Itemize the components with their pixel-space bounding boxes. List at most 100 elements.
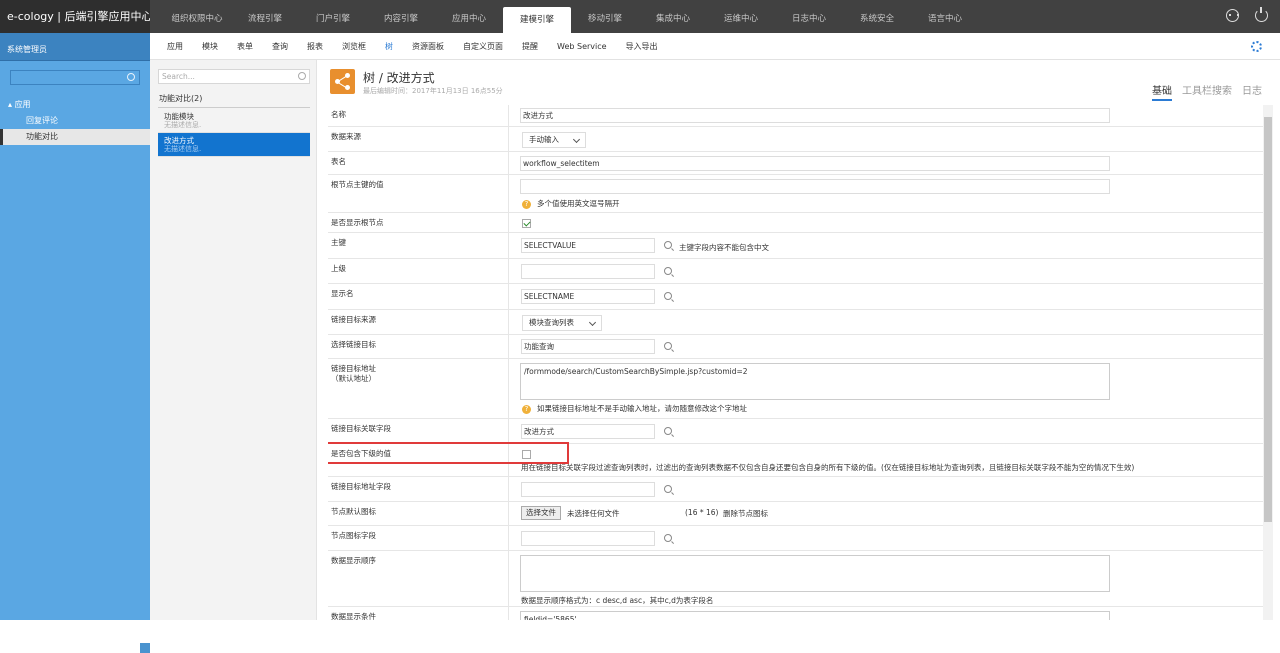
field-label: 链接目标关联字段: [331, 424, 391, 433]
list-item-title: 改进方式: [164, 136, 194, 145]
list-item[interactable]: 改进方式 无描述信息.: [158, 133, 310, 157]
top-nav-tab[interactable]: 日志中心: [775, 0, 843, 33]
selectlink-input[interactable]: 功能查询: [521, 339, 655, 354]
display-input[interactable]: SELECTNAME: [521, 289, 655, 304]
sub-nav-item[interactable]: 导入导出: [626, 41, 658, 52]
field-label: 选择链接目标: [331, 340, 376, 349]
linksrc-value: 模块查询列表: [529, 318, 574, 327]
name-input[interactable]: 改进方式: [520, 108, 1110, 123]
row-display: 显示名 SELECTNAME: [328, 284, 1263, 310]
sub-nav-item[interactable]: 应用: [167, 41, 183, 52]
gear-icon[interactable]: [1251, 41, 1262, 52]
field-label: 根节点主键的值: [331, 180, 384, 189]
top-nav-tab[interactable]: 流程引擎: [231, 0, 299, 33]
linksrc-select[interactable]: 模块查询列表: [522, 315, 602, 331]
row-order: 数据显示顺序 数据显示顺序格式为：c desc,d asc，其中c,d为表字段名: [328, 551, 1263, 607]
order-textarea[interactable]: [520, 555, 1110, 592]
search-icon[interactable]: [664, 267, 672, 275]
top-nav-tab[interactable]: 应用中心: [435, 0, 503, 33]
tab-toolbar-search[interactable]: 工具栏搜索: [1182, 82, 1232, 101]
sidebar-scrollbar[interactable]: [140, 643, 150, 653]
datasource-value: 手动输入: [529, 135, 559, 144]
row-rootkey: 根节点主键的值 ? 多个值使用英文逗号隔开: [328, 175, 1263, 213]
more-icon[interactable]: [1226, 9, 1239, 22]
form-scrollbar[interactable]: [1263, 105, 1273, 620]
top-nav-tab[interactable]: 系统安全: [843, 0, 911, 33]
choose-file-button[interactable]: 选择文件: [521, 506, 561, 520]
top-nav-tab[interactable]: 移动引擎: [571, 0, 639, 33]
list-item[interactable]: 功能模块 无描述信息.: [158, 109, 310, 133]
top-nav: 组织权限中心 流程引擎 门户引擎 内容引擎 应用中心 建模引擎 移动引擎 集成中心 运维中心 日志…: [163, 0, 979, 35]
search-icon[interactable]: [664, 241, 672, 249]
row-datasource: 数据来源 手动输入: [328, 127, 1263, 152]
linkaddr-hint-text: 如果链接目标地址不是手动输入地址，请勿随意修改这个字地址: [537, 404, 747, 413]
datasource-select[interactable]: 手动输入: [522, 132, 586, 148]
question-icon: ?: [522, 404, 531, 414]
list-item-desc: 无描述信息.: [164, 145, 202, 153]
field-label: 链接目标来源: [331, 315, 376, 324]
order-hint: 数据显示顺序格式为：c desc,d asc，其中c,d为表字段名: [521, 596, 714, 605]
linkaddrfield-input[interactable]: [521, 482, 655, 497]
linkaddr-textarea[interactable]: /formmode/search/CustomSearchBySimple.js…: [520, 363, 1110, 400]
sub-nav-item[interactable]: 树: [385, 41, 393, 52]
sub-nav-item[interactable]: 自定义页面: [463, 41, 503, 52]
top-nav-tab[interactable]: 语言中心: [911, 0, 979, 33]
list-item-desc: 无描述信息.: [164, 121, 202, 129]
rootkey-hint: ? 多个值使用英文逗号隔开: [522, 198, 620, 209]
sidebar-search-input[interactable]: [10, 70, 140, 85]
delete-icon-link[interactable]: 删除节点图标: [723, 508, 768, 519]
sub-nav-item[interactable]: 查询: [272, 41, 288, 52]
row-linksrc: 链接目标来源 模块查询列表: [328, 310, 1263, 335]
tab-log[interactable]: 日志: [1242, 82, 1262, 101]
includesub-hint: 用在链接目标关联字段过滤查询列表时，过滤出的查询列表数据不仅包含自身还要包含自身…: [521, 463, 1135, 472]
list-search-input[interactable]: Search...: [158, 69, 310, 84]
pk-input[interactable]: SELECTVALUE: [521, 238, 655, 253]
row-iconfield: 节点图标字段: [328, 526, 1263, 551]
divider: [158, 107, 310, 108]
sub-nav-item[interactable]: 报表: [307, 41, 323, 52]
sub-nav-item[interactable]: 浏览框: [342, 41, 366, 52]
top-icons: [1226, 7, 1268, 22]
form-tabs: 基础 工具栏搜索 日志: [1152, 82, 1262, 101]
search-icon[interactable]: [664, 342, 672, 350]
search-icon[interactable]: [664, 534, 672, 542]
table-input[interactable]: workflow_selectitem: [520, 156, 1110, 171]
top-nav-tab[interactable]: 内容引擎: [367, 0, 435, 33]
sub-nav-item[interactable]: 模块: [202, 41, 218, 52]
tree-root-label: 应用: [14, 100, 31, 109]
search-icon[interactable]: [664, 292, 672, 300]
showroot-checkbox[interactable]: [522, 219, 531, 228]
search-icon[interactable]: [664, 427, 672, 435]
row-selectlink: 选择链接目标 功能查询: [328, 335, 1263, 359]
search-icon[interactable]: [298, 72, 306, 80]
sub-nav-item[interactable]: 表单: [237, 41, 253, 52]
linkaddr-label2: （默认地址）: [331, 374, 376, 383]
scrollbar-thumb[interactable]: [1264, 117, 1272, 522]
top-nav-tab[interactable]: 门户引擎: [299, 0, 367, 33]
tree-root[interactable]: ▴ 应用: [0, 97, 150, 113]
rootkey-input[interactable]: [520, 179, 1110, 194]
tree-share-icon: [330, 69, 355, 94]
parent-input[interactable]: [521, 264, 655, 279]
top-nav-tab[interactable]: 运维中心: [707, 0, 775, 33]
search-icon[interactable]: [127, 73, 135, 81]
sub-nav-item[interactable]: Web Service: [557, 42, 607, 51]
field-label: 链接目标地址 （默认地址）: [331, 364, 376, 384]
top-nav-tab[interactable]: 建模引擎: [503, 7, 571, 35]
tab-basic[interactable]: 基础: [1152, 82, 1172, 101]
cond-textarea[interactable]: fieldid='5865': [520, 611, 1110, 620]
icon-size-text: (16 * 16): [685, 508, 719, 517]
tree-item-compare[interactable]: 功能对比: [0, 129, 150, 145]
tree-item-reply[interactable]: 回复评论: [0, 113, 150, 129]
sub-nav-item[interactable]: 资源面板: [412, 41, 444, 52]
field-label: 数据显示条件: [331, 612, 376, 620]
top-nav-tab[interactable]: 组织权限中心: [163, 0, 231, 33]
linkfield-input[interactable]: 改进方式: [521, 424, 655, 439]
search-icon[interactable]: [664, 485, 672, 493]
top-nav-tab[interactable]: 集成中心: [639, 0, 707, 33]
page-title: 树 / 改进方式: [363, 71, 435, 85]
sub-nav-item[interactable]: 提醒: [522, 41, 538, 52]
power-icon[interactable]: [1255, 7, 1268, 22]
row-pk: 主键 SELECTVALUE 主键字段内容不能包含中文: [328, 233, 1263, 259]
iconfield-input[interactable]: [521, 531, 655, 546]
